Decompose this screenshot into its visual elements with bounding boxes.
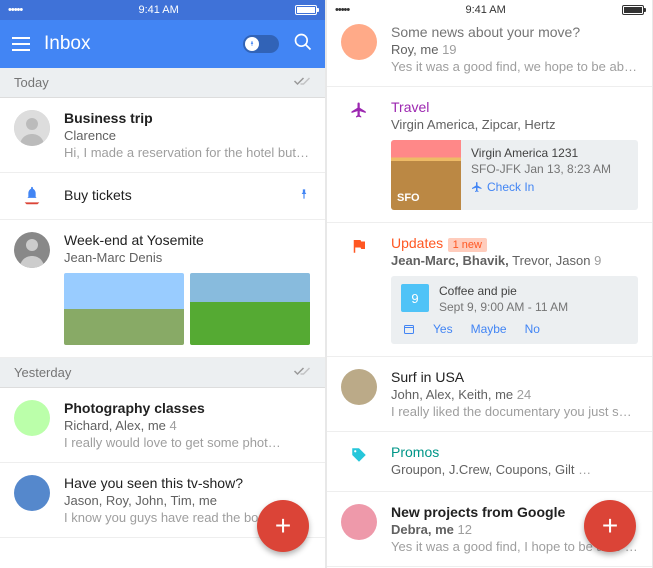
bundle-senders: Groupon, J.Crew, Coupons, Gilt … [391,462,638,477]
plus-icon: + [602,510,618,542]
bundle-label: Promos [391,444,638,460]
calendar-icon: 9 [401,284,429,312]
screen-left: 9:41 AM Inbox Today Business trip Claren… [0,0,325,568]
email-item[interactable]: Surf in USA John, Alex, Keith, me 24 I r… [327,357,652,432]
email-title: Surf in USA [391,369,638,385]
screen-right: 9:41 AM Some news about your move? Roy, … [327,0,652,568]
sweep-icon[interactable] [293,75,311,90]
calendar-small-icon [403,323,415,335]
battery-icon [295,5,317,15]
compose-fab[interactable]: + [257,500,309,552]
flight-card[interactable]: SFO Virgin America 1231 SFO-JFK Jan 13, … [391,140,638,210]
section-yesterday: Yesterday [0,358,325,388]
avatar [14,232,50,268]
status-time: 9:41 AM [465,4,505,16]
email-senders: Roy, me 19 [391,42,638,57]
flag-icon [341,235,377,255]
pin-icon[interactable] [297,187,311,206]
tag-icon [341,444,377,464]
signal-dots-icon [335,4,349,16]
email-item[interactable]: Some news about your move? Roy, me 19 Ye… [327,20,652,87]
email-item[interactable]: Business trip Clarence Hi, I made a rese… [0,98,325,173]
avatar [341,504,377,540]
bundle-promos[interactable]: Promos Groupon, J.Crew, Coupons, Gilt … [327,432,652,492]
bundle-header: Updates 1 new [391,235,638,253]
app-header: Inbox [0,20,325,68]
header-title: Inbox [44,33,229,55]
search-icon[interactable] [293,32,313,57]
signal-dots-icon [8,4,22,16]
section-today: Today [0,68,325,98]
email-senders: Richard, Alex, me 4 [64,418,311,433]
pin-toggle[interactable] [243,35,279,53]
email-sender: Clarence [64,128,311,143]
bundle-travel[interactable]: Travel Virgin America, Zipcar, Hertz SFO… [327,87,652,223]
sweep-icon[interactable] [293,365,311,380]
checkin-link[interactable]: Check In [471,180,628,194]
bundle-label: Travel [391,99,638,115]
battery-icon [622,5,644,15]
event-title: Coffee and pie [439,284,568,298]
avatar [341,369,377,405]
list-right: Some news about your move? Roy, me 19 Ye… [327,20,652,567]
status-bar: 9:41 AM [0,0,325,20]
email-item[interactable]: Photography classes Richard, Alex, me 4 … [0,388,325,463]
email-item[interactable]: Week-end at Yosemite Jean-Marc Denis [0,220,325,358]
reminder-title: Buy tickets [64,187,283,203]
bundle-updates[interactable]: Updates 1 new Jean-Marc, Bhavik, Trevor,… [327,223,652,357]
email-title: Some news about your move? [391,24,638,40]
avatar [14,110,50,146]
compose-fab[interactable]: + [584,500,636,552]
plane-icon [341,99,377,119]
image-thumbs [64,273,311,345]
bundle-senders: Virgin America, Zipcar, Hertz [391,117,638,132]
rsvp-yes[interactable]: Yes [433,322,453,336]
thumb[interactable] [190,273,310,345]
menu-icon[interactable] [12,37,30,51]
email-title: Business trip [64,110,311,126]
email-sender: Jean-Marc Denis [64,250,311,265]
rsvp-no[interactable]: No [525,322,540,336]
avatar [341,24,377,60]
new-badge: 1 new [448,238,487,252]
thumb[interactable] [64,273,184,345]
email-preview: Hi, I made a reservation for the hotel b… [64,145,311,160]
email-title: Week-end at Yosemite [64,232,311,248]
event-time: Sept 9, 9:00 AM - 11 AM [439,300,568,314]
avatar [14,400,50,436]
plus-icon: + [275,510,291,542]
email-title: Have you seen this tv-show? [64,475,311,491]
flight-image: SFO [391,140,461,210]
list-today: Business trip Clarence Hi, I made a rese… [0,98,325,358]
email-preview: Yes it was a good find, we hope to be ab… [391,59,638,74]
status-time: 9:41 AM [138,4,178,16]
event-card[interactable]: 9 Coffee and pie Sept 9, 9:00 AM - 11 AM… [391,276,638,344]
email-preview: I really liked the documentary you just … [391,404,638,419]
reminder-item[interactable]: Buy tickets [0,173,325,220]
status-bar: 9:41 AM [327,0,652,20]
bundle-senders: Jean-Marc, Bhavik, Trevor, Jason 9 [391,253,638,268]
flight-name: Virgin America 1231 [471,146,628,160]
email-senders: John, Alex, Keith, me 24 [391,387,638,402]
email-preview: I really would love to get some phot… [64,435,311,450]
reminder-icon [14,185,50,207]
email-title: Photography classes [64,400,311,416]
flight-detail: SFO-JFK Jan 13, 8:23 AM [471,162,628,176]
avatar [14,475,50,511]
rsvp-maybe[interactable]: Maybe [471,322,507,336]
